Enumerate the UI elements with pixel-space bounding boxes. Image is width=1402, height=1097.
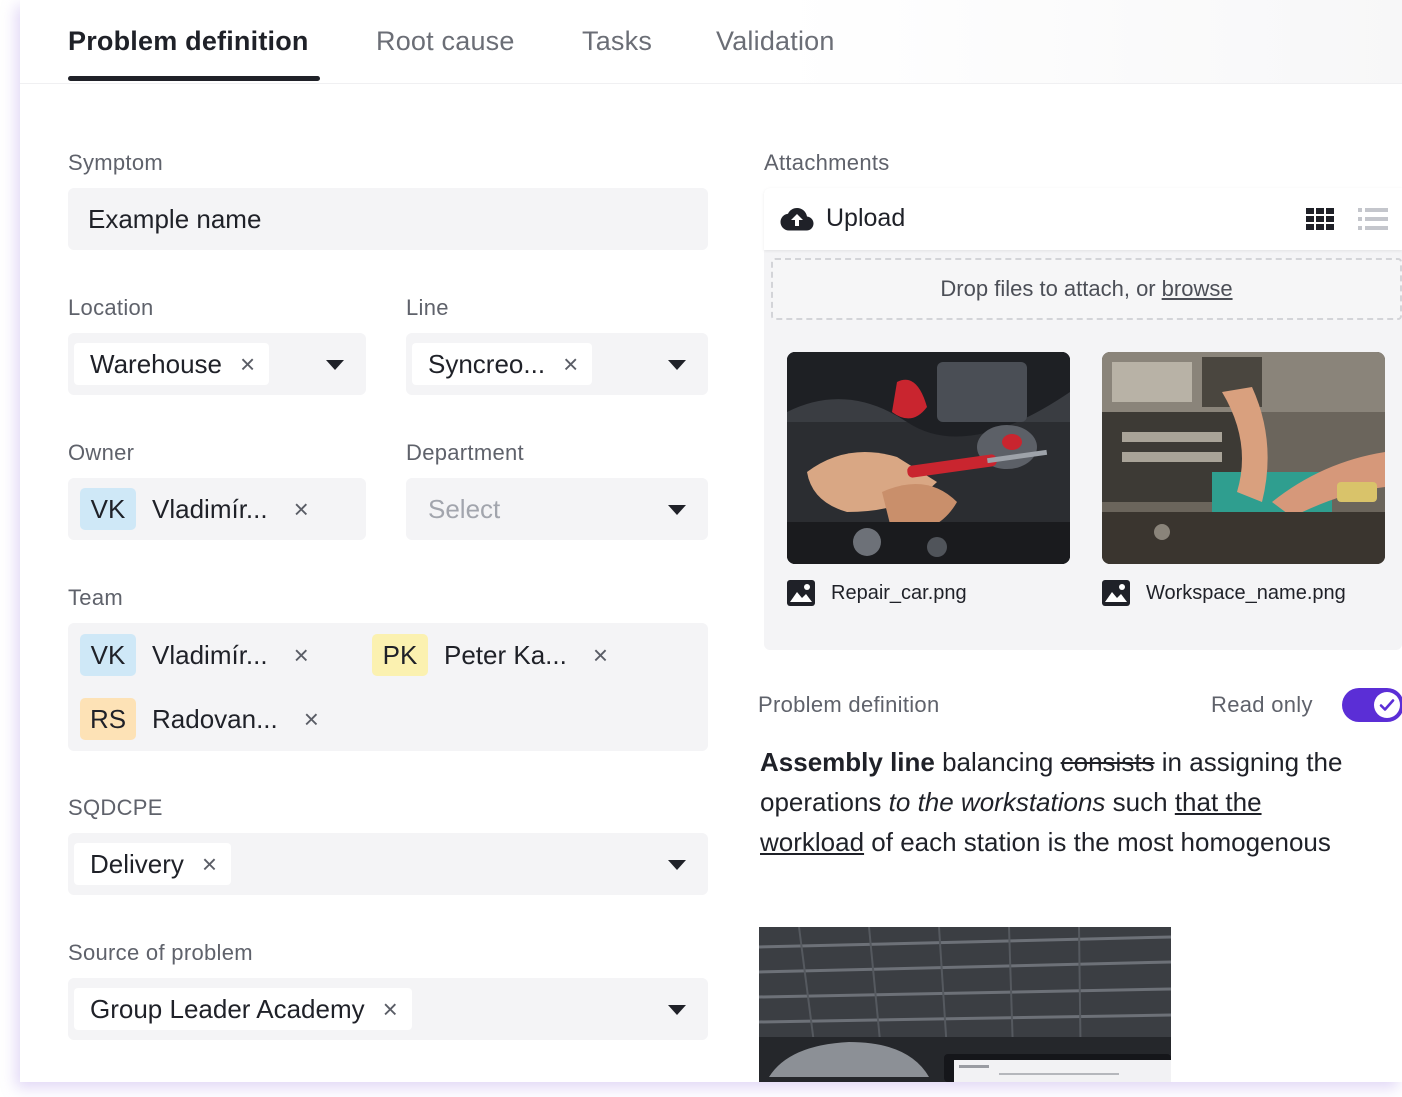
source-label: Source of problem (68, 940, 253, 965)
factory-image (759, 927, 1171, 1082)
attachments-label: Attachments (764, 150, 890, 175)
repair-car-image (787, 352, 1070, 564)
rich-text-segment: balancing (934, 747, 1061, 777)
sqdcpe-dropdown-icon[interactable] (668, 860, 686, 870)
remove-team-member-icon[interactable]: × (294, 640, 309, 671)
upload-toolbar: Upload (764, 188, 1402, 250)
team-label: Team (68, 585, 123, 610)
rich-text-segment: of each station is the most homogenous (864, 827, 1331, 857)
active-tab-indicator (68, 76, 320, 81)
location-label: Location (68, 295, 154, 320)
remove-owner-icon[interactable]: × (294, 494, 309, 525)
tab-tasks[interactable]: Tasks (582, 26, 652, 57)
department-dropdown-icon[interactable] (668, 505, 686, 515)
team-member: RS Radovan... × (80, 697, 319, 741)
remove-location-icon[interactable]: × (240, 349, 255, 380)
toggle-knob (1374, 692, 1400, 718)
symptom-value: Example name (88, 204, 262, 234)
source-chip: Group Leader Academy × (74, 988, 412, 1030)
location-select[interactable]: Warehouse × (68, 333, 366, 395)
attachment-thumbnail-workspace[interactable] (1102, 352, 1385, 564)
file-name: Workspace_name.png (1146, 581, 1346, 604)
file-name: Repair_car.png (831, 581, 967, 604)
list-view-icon[interactable] (1358, 208, 1388, 230)
tab-problem-definition[interactable]: Problem definition (68, 26, 309, 57)
remove-sqdcpe-icon[interactable]: × (202, 849, 217, 880)
line-label: Line (406, 295, 449, 320)
source-chip-label: Group Leader Academy (90, 993, 365, 1024)
rich-text-segment: such (1105, 787, 1175, 817)
department-label: Department (406, 440, 524, 465)
upload-button[interactable]: Upload (780, 204, 905, 233)
rich-bold: Assembly line (760, 747, 935, 777)
embedded-factory-image (759, 927, 1171, 1082)
owner-person: VK Vladimír... × (80, 487, 309, 531)
sqdcpe-select[interactable]: Delivery × (68, 833, 708, 895)
team-member: PK Peter Ka... × (372, 633, 608, 677)
rich-strike: consists (1060, 747, 1155, 777)
read-only-toggle[interactable] (1342, 688, 1402, 722)
owner-select[interactable]: VK Vladimír... × (68, 478, 366, 540)
remove-source-icon[interactable]: × (383, 994, 398, 1025)
line-chip-label: Syncreo... (428, 348, 546, 379)
avatar: VK (80, 634, 136, 676)
remove-team-member-icon[interactable]: × (593, 640, 608, 671)
image-file-icon (787, 580, 815, 606)
department-select[interactable]: Select (406, 478, 708, 540)
upload-label: Upload (826, 204, 906, 232)
source-dropdown-icon[interactable] (668, 1005, 686, 1015)
problem-form-panel: Problem definition Root cause Tasks Vali… (20, 0, 1402, 1082)
location-dropdown-icon[interactable] (326, 360, 344, 370)
avatar: PK (372, 634, 428, 676)
symptom-label: Symptom (68, 150, 164, 175)
problem-definition-label: Problem definition (758, 692, 940, 717)
owner-label: Owner (68, 440, 135, 465)
remove-line-icon[interactable]: × (563, 349, 578, 380)
sqdcpe-label: SQDCPE (68, 795, 163, 820)
sqdcpe-chip: Delivery × (74, 843, 232, 885)
remove-team-member-icon[interactable]: × (304, 704, 319, 735)
attachment-thumbnail-repair-car[interactable] (787, 352, 1070, 564)
team-member-name: Vladimír... (152, 639, 268, 670)
tab-bar: Problem definition Root cause Tasks Vali… (20, 0, 1402, 84)
tab-validation[interactable]: Validation (716, 26, 835, 57)
owner-name: Vladimír... (152, 493, 268, 524)
grid-view-icon[interactable] (1306, 208, 1334, 230)
cloud-upload-icon (780, 207, 814, 230)
team-member: VK Vladimír... × (80, 633, 309, 677)
browse-link[interactable]: browse (1162, 276, 1233, 302)
source-select[interactable]: Group Leader Academy × (68, 978, 708, 1040)
file-dropzone[interactable]: Drop files to attach, or browse (771, 258, 1402, 320)
image-file-icon (1102, 580, 1130, 606)
team-select[interactable]: VK Vladimír... × PK Peter Ka... × RS Rad… (68, 623, 708, 751)
avatar: VK (80, 488, 136, 530)
avatar: RS (80, 698, 136, 740)
location-chip: Warehouse × (74, 343, 270, 385)
symptom-input[interactable]: Example name (68, 188, 708, 250)
team-member-name: Peter Ka... (444, 639, 567, 670)
line-dropdown-icon[interactable] (668, 360, 686, 370)
line-chip: Syncreo... × (412, 343, 593, 385)
attachment-file-repair-car[interactable]: Repair_car.png (787, 580, 967, 606)
tab-root-cause[interactable]: Root cause (376, 26, 515, 57)
line-select[interactable]: Syncreo... × (406, 333, 708, 395)
attachment-file-workspace[interactable]: Workspace_name.png (1102, 580, 1346, 606)
team-member-name: Radovan... (152, 703, 278, 734)
read-only-label: Read only (1211, 692, 1313, 717)
problem-definition-text: Assembly line balancing consists in assi… (760, 742, 1360, 862)
department-placeholder: Select (428, 494, 501, 524)
sqdcpe-chip-label: Delivery (90, 848, 184, 879)
dropzone-text: Drop files to attach, or (940, 276, 1156, 301)
check-icon (1379, 699, 1395, 711)
location-chip-label: Warehouse (90, 348, 222, 379)
rich-italic: to the workstations (888, 787, 1106, 817)
workspace-image (1102, 352, 1385, 564)
